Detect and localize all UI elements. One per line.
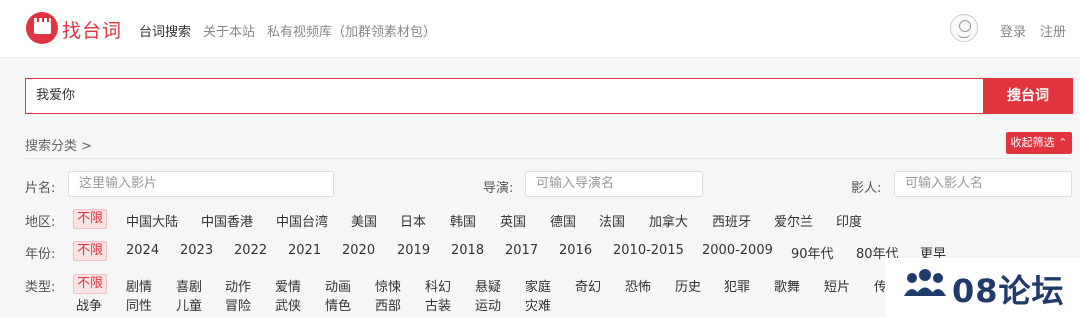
genre-option[interactable]: 短片	[824, 276, 850, 295]
collapse-filter-button[interactable]: 收起筛选 ⌃	[1006, 132, 1072, 154]
region-option[interactable]: 中国台湾	[276, 211, 328, 230]
genre-option[interactable]: 家庭	[525, 276, 551, 295]
divider	[25, 158, 1073, 159]
region-option[interactable]: 日本	[400, 211, 426, 230]
year-option[interactable]: 2023	[180, 243, 213, 258]
region-option[interactable]: 韩国	[450, 211, 476, 230]
watermark: 08论坛	[885, 258, 1080, 317]
year-option[interactable]: 2024	[126, 243, 159, 258]
region-option[interactable]: 不限	[73, 209, 108, 229]
genre-option[interactable]: 奇幻	[575, 276, 601, 295]
year-option[interactable]: 2020	[342, 243, 375, 258]
genre-label: 类型:	[25, 280, 56, 295]
region-option[interactable]: 加拿大	[649, 211, 688, 230]
genre-option[interactable]: 犯罪	[724, 276, 750, 295]
genre-option[interactable]: 动作	[225, 276, 251, 295]
nav-about[interactable]: 关于本站	[203, 21, 255, 40]
genre-option[interactable]: 武侠	[275, 295, 301, 314]
watermark-text: 08论坛	[952, 272, 1065, 310]
year-option[interactable]: 2010-2015	[613, 243, 684, 258]
year-option[interactable]: 2022	[234, 243, 267, 258]
actor-input[interactable]: 可输入影人名	[894, 171, 1072, 197]
genre-option[interactable]: 冒险	[225, 295, 251, 314]
region-option[interactable]: 英国	[500, 211, 526, 230]
region-option[interactable]: 美国	[351, 211, 377, 230]
director-label: 导演:	[483, 181, 514, 196]
region-option[interactable]: 印度	[836, 211, 862, 230]
year-option[interactable]: 2019	[397, 243, 430, 258]
people-group-icon	[904, 269, 946, 296]
nav-subtitle-search[interactable]: 台词搜索	[139, 21, 191, 40]
genre-option[interactable]: 恐怖	[625, 276, 651, 295]
search-button[interactable]: 搜台词	[983, 78, 1073, 114]
genre-option[interactable]: 剧情	[126, 276, 152, 295]
logo-icon[interactable]	[26, 12, 58, 44]
genre-option[interactable]: 悬疑	[475, 276, 501, 295]
user-avatar-icon[interactable]	[950, 14, 978, 42]
genre-option[interactable]: 古装	[425, 295, 451, 314]
login-link[interactable]: 登录	[1000, 21, 1026, 40]
region-option[interactable]: 中国香港	[201, 211, 253, 230]
genre-option[interactable]: 科幻	[425, 276, 451, 295]
region-option[interactable]: 德国	[550, 211, 576, 230]
genre-option[interactable]: 同性	[126, 295, 152, 314]
region-option[interactable]: 西班牙	[712, 211, 751, 230]
genre-option[interactable]: 爱情	[275, 276, 301, 295]
genre-option[interactable]: 战争	[76, 295, 102, 314]
year-option[interactable]: 不限	[73, 241, 108, 261]
genre-option[interactable]: 喜剧	[176, 276, 202, 295]
nav-private-library[interactable]: 私有视频库（加群领素材包）	[267, 21, 436, 40]
genre-option[interactable]: 歌舞	[774, 276, 800, 295]
genre-option[interactable]: 运动	[475, 295, 501, 314]
actor-label: 影人:	[851, 181, 882, 196]
film-label: 片名:	[25, 181, 56, 196]
director-input[interactable]: 可输入导演名	[525, 171, 703, 197]
top-navbar: 找台词 台词搜索 关于本站 私有视频库（加群领素材包） 登录 注册	[0, 0, 1080, 58]
year-label: 年份:	[25, 247, 56, 262]
genre-option[interactable]: 动画	[325, 276, 351, 295]
year-option[interactable]: 2018	[451, 243, 484, 258]
year-option[interactable]: 2021	[288, 243, 321, 258]
region-option[interactable]: 爱尔兰	[774, 211, 813, 230]
search-category-link[interactable]: 搜索分类 >	[25, 135, 92, 154]
genre-option[interactable]: 惊悚	[375, 276, 401, 295]
genre-option[interactable]: 儿童	[176, 295, 202, 314]
register-link[interactable]: 注册	[1040, 21, 1066, 40]
year-option[interactable]: 2017	[505, 243, 538, 258]
region-option[interactable]: 中国大陆	[126, 211, 178, 230]
search-input[interactable]: 我爱你	[25, 78, 983, 114]
genre-option[interactable]: 不限	[73, 274, 108, 294]
region-option[interactable]: 法国	[599, 211, 625, 230]
logo-text[interactable]: 找台词	[62, 16, 122, 43]
year-option[interactable]: 2000-2009	[702, 243, 773, 258]
region-label: 地区:	[25, 215, 56, 230]
film-input[interactable]: 这里输入影片	[68, 171, 334, 197]
genre-option[interactable]: 灾难	[525, 295, 551, 314]
genre-option[interactable]: 西部	[375, 295, 401, 314]
year-option[interactable]: 2016	[559, 243, 592, 258]
genre-option[interactable]: 历史	[675, 276, 701, 295]
year-option[interactable]: 90年代	[791, 243, 834, 262]
genre-option[interactable]: 情色	[325, 295, 351, 314]
